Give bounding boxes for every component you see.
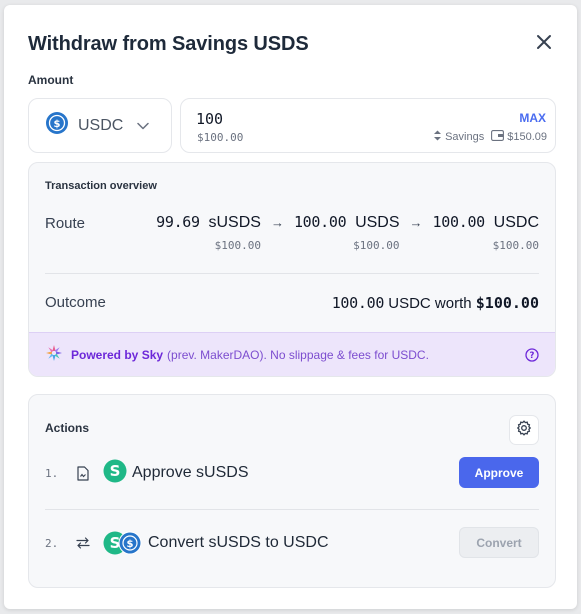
svg-text:?: ? <box>530 351 535 361</box>
susds-token-icon: S $ <box>103 531 143 555</box>
route-amount: 100.00 <box>432 213 486 231</box>
outcome-value: 100.00 USDC worth $100.00 <box>332 294 539 312</box>
transaction-overview: Transaction overview Route 99.69 sUSDS $… <box>28 162 556 377</box>
route-usd: $100.00 <box>492 239 539 252</box>
divider <box>45 509 539 510</box>
route-amount: 99.69 <box>156 213 200 231</box>
balance-value: $150.09 <box>507 131 547 143</box>
susds-token-icon: S <box>103 459 127 488</box>
overview-title: Transaction overview <box>45 180 157 192</box>
route-step: 100.00 USDC $100.00 <box>433 213 539 252</box>
route-unit: USDC <box>493 214 539 231</box>
svg-text:S: S <box>110 462 121 480</box>
action-index: 1. <box>45 466 59 480</box>
route-step: 99.69 sUSDS $100.00 <box>156 213 261 252</box>
route-unit: sUSDS <box>208 214 261 231</box>
route-label: Route <box>45 215 86 232</box>
token-symbol: USDC <box>78 116 124 134</box>
token-select[interactable]: $ USDC <box>28 98 172 153</box>
route-steps: 99.69 sUSDS $100.00 → 100.00 USDS $100.0… <box>156 213 539 252</box>
amount-input[interactable] <box>196 110 396 128</box>
amount-field: $100.00 MAX Savings $150.09 <box>180 98 556 153</box>
route-step: 100.00 USDS $100.00 <box>294 213 400 252</box>
action-label: Convert sUSDS to USDC <box>148 534 329 551</box>
action-row-approve: 1. S Approve sUSDS Approve <box>45 457 539 489</box>
outcome-amount: 100.00 <box>331 294 385 312</box>
approve-button[interactable]: Approve <box>459 457 539 488</box>
swap-arrows-icon <box>73 537 93 549</box>
gear-icon <box>516 419 532 441</box>
dialog-title: Withdraw from Savings USDS <box>28 33 309 55</box>
route-usd: $100.00 <box>214 239 261 252</box>
arrow-right-icon: → <box>409 215 423 230</box>
usdc-token-icon: $ <box>45 111 69 140</box>
withdraw-dialog: Withdraw from Savings USDS Amount $ USDC… <box>4 5 577 609</box>
route-amount: 100.00 <box>293 213 347 231</box>
amount-usd-value: $100.00 <box>197 131 244 144</box>
savings-icon <box>433 130 442 144</box>
amount-label: Amount <box>28 73 74 87</box>
outcome-text: USDC worth <box>388 295 472 312</box>
powered-by-sky: Powered by Sky <box>71 347 164 362</box>
actions-panel: Actions 1. S Approve sUSDS Approve 2. S … <box>28 394 556 588</box>
sky-banner: Powered by Sky (prev. MakerDAO). No slip… <box>29 332 555 376</box>
wallet-icon <box>491 130 505 144</box>
balance-source: Savings <box>445 131 485 143</box>
chevron-down-icon <box>137 117 150 135</box>
action-label: Approve sUSDS <box>132 464 249 481</box>
arrow-right-icon: → <box>270 215 284 230</box>
action-row-convert: 2. S $ Convert sUSDS to USDC Convert <box>45 527 539 559</box>
svg-text:$: $ <box>54 119 61 130</box>
outcome-label: Outcome <box>45 294 106 311</box>
settings-button[interactable] <box>509 415 539 445</box>
divider <box>45 273 539 274</box>
outcome-usd: $100.00 <box>475 294 539 312</box>
convert-button[interactable]: Convert <box>459 527 539 558</box>
svg-text:$: $ <box>127 539 134 550</box>
max-button[interactable]: MAX <box>519 111 546 125</box>
banner-note: (prev. MakerDAO). No slippage & fees for… <box>167 347 429 362</box>
document-sign-icon <box>73 465 93 481</box>
route-unit: USDS <box>355 214 400 231</box>
balance-info: Savings $150.09 <box>433 130 547 144</box>
actions-title: Actions <box>45 421 90 435</box>
question-icon[interactable]: ? <box>525 348 539 365</box>
close-icon[interactable] <box>534 32 554 52</box>
sky-logo-icon <box>45 344 63 365</box>
action-index: 2. <box>45 536 59 550</box>
route-usd: $100.00 <box>353 239 400 252</box>
